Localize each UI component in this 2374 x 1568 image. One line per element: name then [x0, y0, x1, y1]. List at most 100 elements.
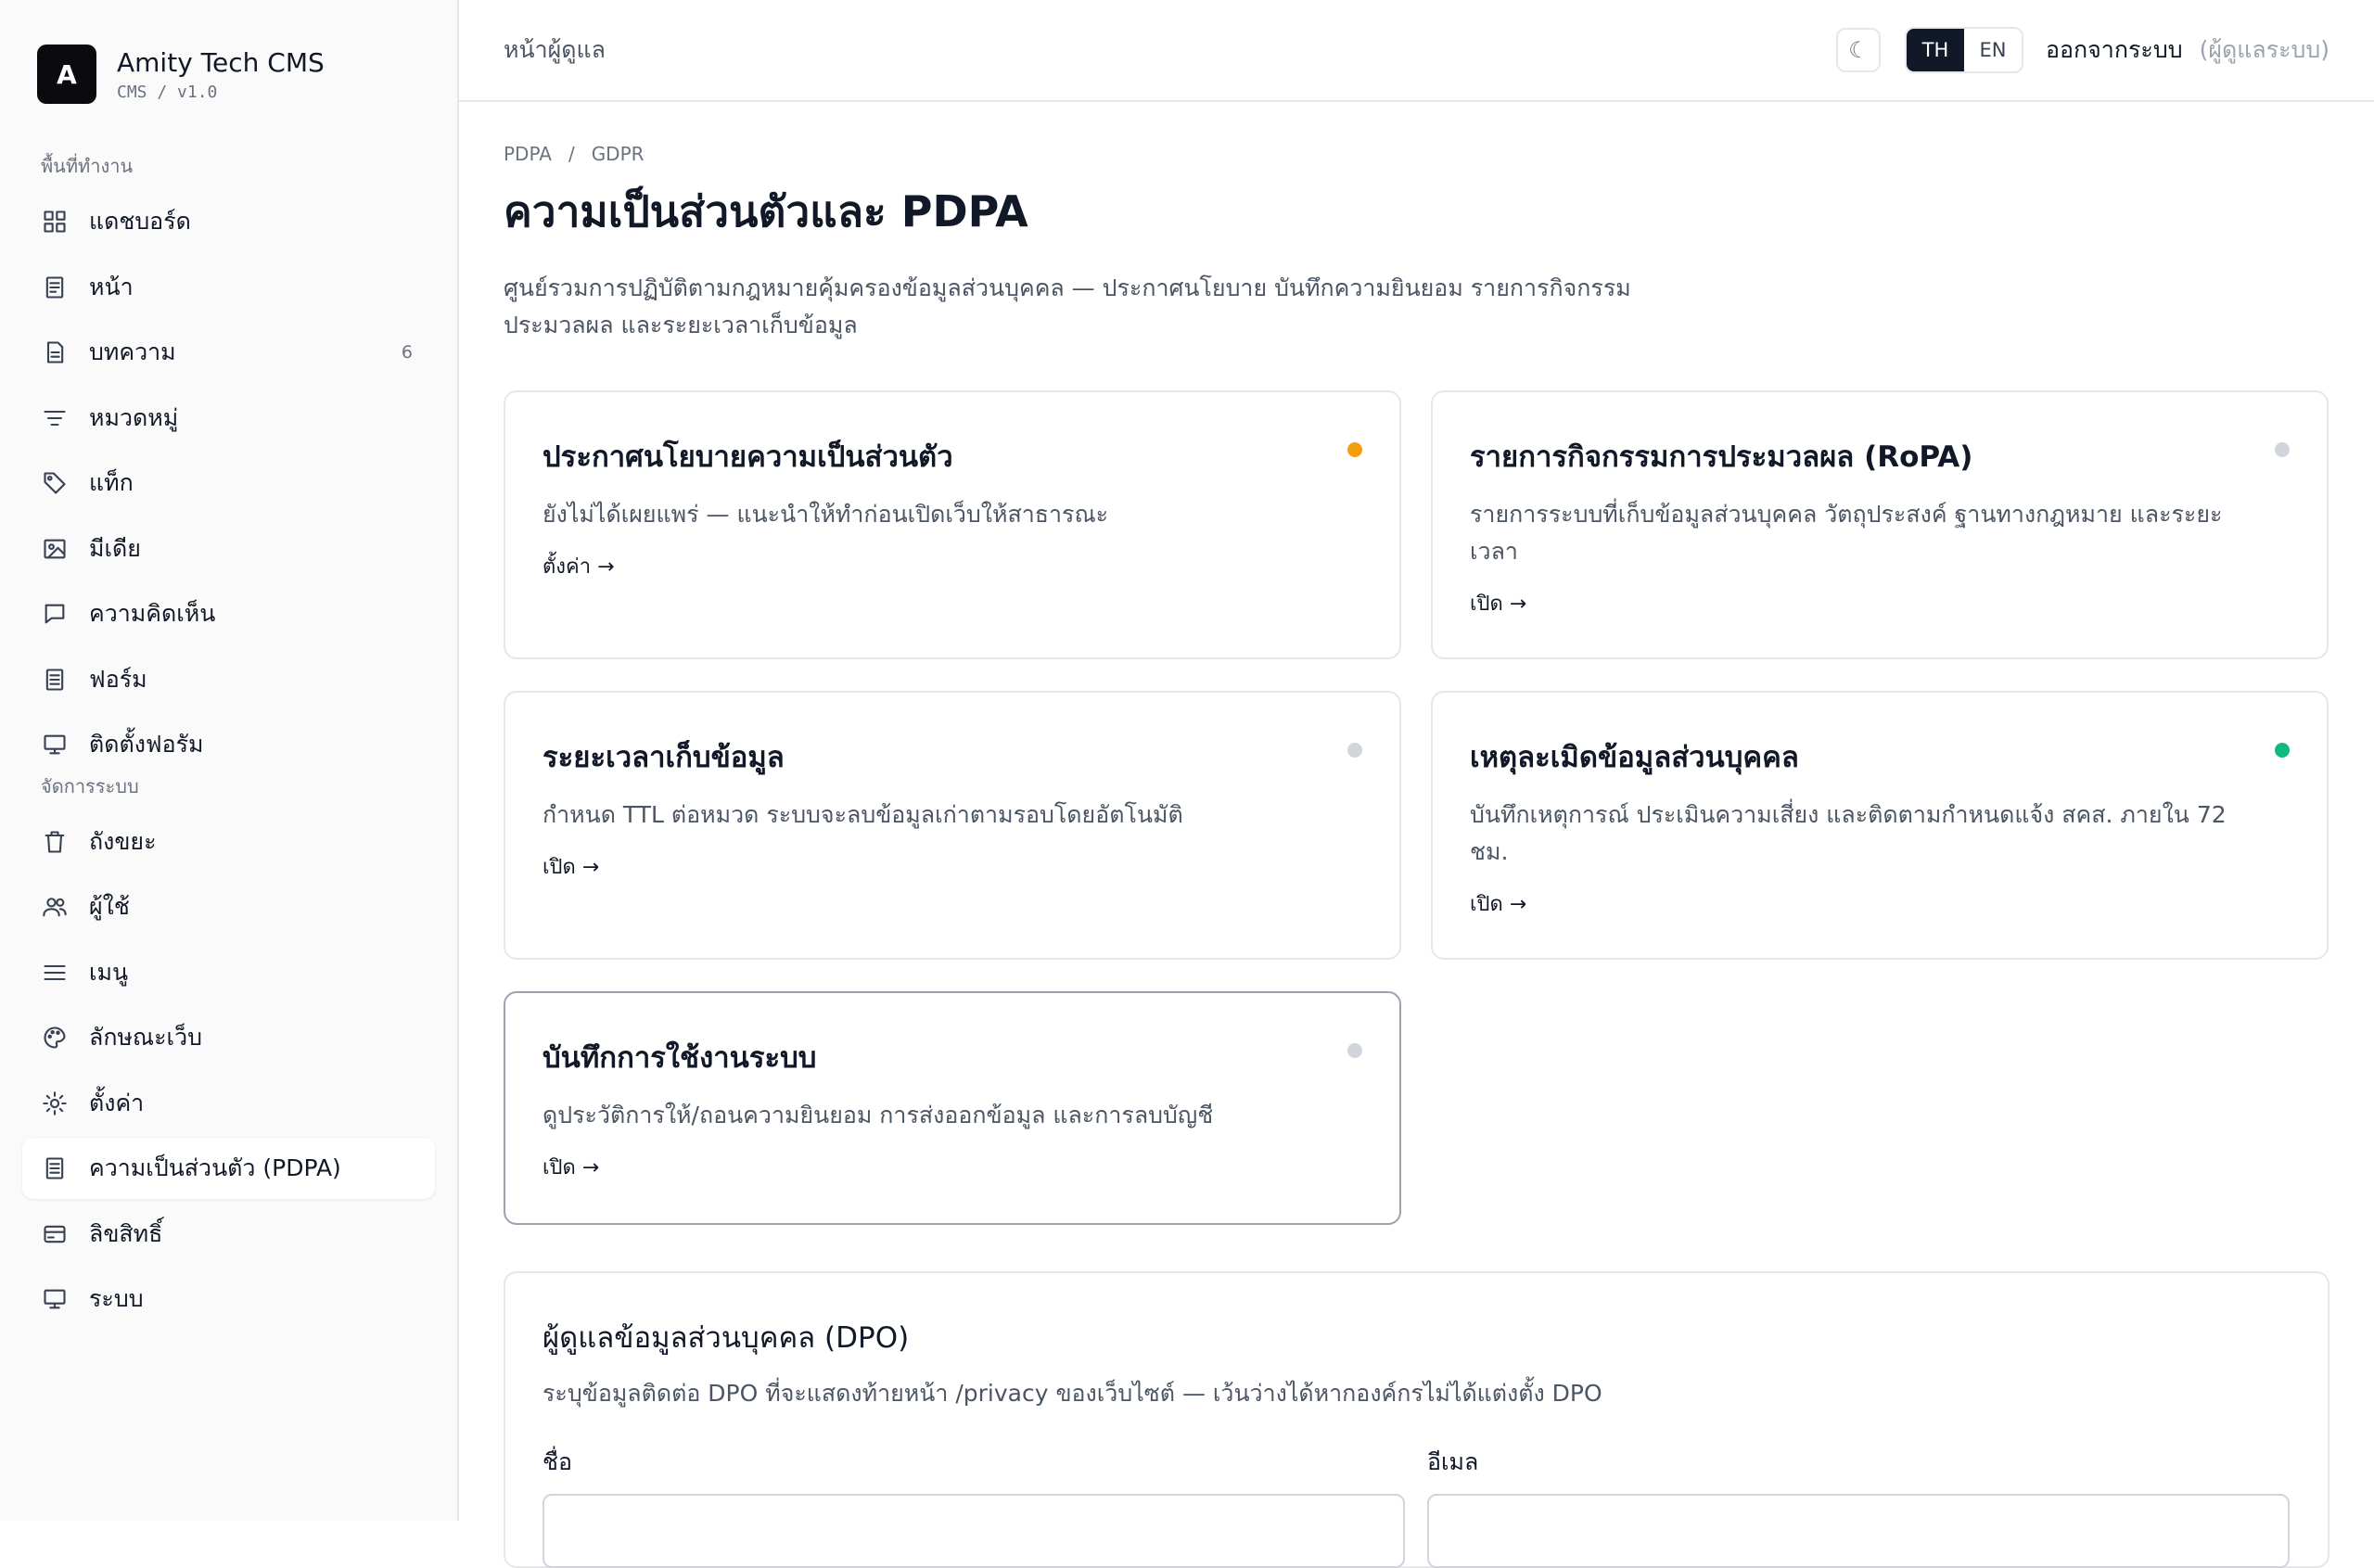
sidebar-item-menus[interactable]: เมนู: [22, 942, 435, 1003]
breadcrumb-item-pdpa[interactable]: PDPA: [504, 143, 552, 165]
app-window: A Amity Tech CMS CMS / v1.0 พื้นที่ทำงาน…: [0, 0, 2374, 1568]
monitor-icon: [41, 731, 69, 759]
sidebar-item-label: บทความ: [89, 338, 176, 365]
brand-logo: A: [37, 45, 96, 104]
brand[interactable]: A Amity Tech CMS CMS / v1.0: [37, 45, 435, 104]
menu-icon: [41, 959, 69, 987]
status-dot: [1347, 743, 1362, 758]
card-retention[interactable]: ระยะเวลาเก็บข้อมูล กำหนด TTL ต่อหมวด ระบ…: [504, 691, 1401, 960]
page-icon: [41, 274, 69, 301]
dashboard-icon: [41, 208, 69, 236]
dpo-section: ผู้ดูแลข้อมูลส่วนบุคคล (DPO) ระบุข้อมูลต…: [504, 1271, 2329, 1568]
sidebar: A Amity Tech CMS CMS / v1.0 พื้นที่ทำงาน…: [0, 0, 459, 1521]
dpo-name-label: ชื่อ: [542, 1448, 572, 1475]
card-description: ดูประวัติการให้/ถอนความยินยอม การส่งออกข…: [542, 1102, 1214, 1128]
card-title: ประกาศนโยบายความเป็นส่วนตัว: [542, 440, 953, 474]
sidebar-item-pages[interactable]: หน้า: [22, 257, 435, 318]
page-description: ศูนย์รวมการปฏิบัติตามกฎหมายคุ้มครองข้อมู…: [504, 274, 1631, 338]
palette-icon: [41, 1024, 69, 1052]
brand-name: Amity Tech CMS: [117, 46, 325, 78]
status-dot: [1347, 1043, 1362, 1058]
sidebar-item-label: หน้า: [89, 273, 134, 300]
content: PDPA / GDPR ความเป็นส่วนตัวและ PDPA ศูนย…: [459, 102, 2374, 1568]
sidebar-item-settings[interactable]: ตั้งค่า: [22, 1073, 435, 1134]
lang-en-button[interactable]: EN: [1964, 29, 2022, 71]
card-description: กำหนด TTL ต่อหมวด ระบบจะลบข้อมูลเก่าตามร…: [542, 801, 1183, 828]
dpo-email-group: อีเมล: [1427, 1444, 2290, 1568]
sidebar-item-trash[interactable]: ถังขยะ: [22, 811, 435, 873]
breadcrumb-separator: /: [568, 143, 575, 165]
sidebar-item-label: ฟอร์ม: [89, 665, 147, 693]
sidebar-item-label: แดชบอร์ด: [89, 208, 191, 235]
sidebar-item-label: ถังขยะ: [89, 827, 157, 855]
theme-toggle-button[interactable]: ☾: [1835, 28, 1881, 72]
sidebar-item-privacy-pdpa[interactable]: ความเป็นส่วนตัว (PDPA): [22, 1138, 435, 1199]
dpo-email-input[interactable]: [1427, 1494, 2290, 1568]
sidebar-item-appearance[interactable]: ลักษณะเว็บ: [22, 1007, 435, 1068]
article-icon: [41, 338, 69, 366]
topbar: หน้าผู้ดูแล ☾ TH EN ออกจากระบบ (ผู้ดูแลร…: [459, 0, 2374, 102]
sidebar-item-label: ระบบ: [89, 1285, 144, 1312]
card-description: บันทึกเหตุการณ์ ประเมินความเสี่ยง และติด…: [1470, 801, 2227, 865]
card-title: รายการกิจกรรมการประมวลผล (RoPA): [1470, 440, 1973, 474]
breadcrumb-item-gdpr[interactable]: GDPR: [592, 143, 645, 165]
sidebar-item-label: แท็ก: [89, 469, 134, 496]
card-ropa[interactable]: รายการกิจกรรมการประมวลผล (RoPA) รายการระ…: [1431, 390, 2329, 659]
card-description: ยังไม่ได้เผยแพร่ — แนะนำให้ทำก่อนเปิดเว็…: [542, 501, 1109, 528]
card-open-link[interactable]: เปิด →: [1470, 887, 2290, 920]
sidebar-item-system[interactable]: ระบบ: [22, 1268, 435, 1330]
trash-icon: [41, 828, 69, 856]
status-dot: [1347, 442, 1362, 457]
sidebar-item-media[interactable]: มีเดีย: [22, 518, 435, 580]
dpo-title: ผู้ดูแลข้อมูลส่วนบุคคล (DPO): [542, 1321, 910, 1355]
sidebar-item-dashboard[interactable]: แดชบอร์ด: [22, 191, 435, 252]
sidebar-item-tags[interactable]: แท็ก: [22, 453, 435, 514]
tag-icon: [41, 469, 69, 497]
card-open-link[interactable]: เปิด →: [542, 850, 1362, 883]
sidebar-item-label: เมนู: [89, 958, 129, 986]
card-title: เหตุละเมิดข้อมูลส่วนบุคคล: [1470, 741, 1799, 774]
comment-icon: [41, 600, 69, 628]
user-role: (ผู้ดูแลระบบ): [2199, 36, 2329, 63]
form-icon: [41, 666, 69, 694]
dpo-name-input[interactable]: [542, 1494, 1405, 1568]
sidebar-item-label: ผู้ใช้: [89, 893, 130, 920]
card-title: บันทึกการใช้งานระบบ: [542, 1041, 817, 1075]
sidebar-item-categories[interactable]: หมวดหมู่: [22, 388, 435, 449]
sidebar-item-label: มีเดีย: [89, 534, 141, 562]
card-data-breach[interactable]: เหตุละเมิดข้อมูลส่วนบุคคล บันทึกเหตุการณ…: [1431, 691, 2329, 960]
sidebar-item-label: ติดตั้งฟอรัม: [89, 731, 204, 758]
card-audit-log[interactable]: บันทึกการใช้งานระบบ ดูประวัติการให้/ถอนค…: [504, 991, 1401, 1225]
brand-version: CMS / v1.0: [117, 82, 218, 102]
sidebar-item-install-forum[interactable]: ติดตั้งฟอรัม: [22, 714, 435, 775]
settings-icon: [41, 1090, 69, 1117]
sidebar-item-forms[interactable]: ฟอร์ม: [22, 649, 435, 710]
sidebar-item-label: ตั้งค่า: [89, 1089, 145, 1116]
sidebar-item-articles[interactable]: บทความ 6: [22, 322, 435, 383]
sidebar-item-license[interactable]: ลิขสิทธิ์: [22, 1204, 435, 1265]
card-description: รายการระบบที่เก็บข้อมูลส่วนบุคคล วัตถุปร…: [1470, 501, 2223, 565]
moon-icon: ☾: [1848, 37, 1869, 63]
card-open-link[interactable]: เปิด →: [542, 1151, 1362, 1183]
dpo-fields: ชื่อ อีเมล: [542, 1444, 2291, 1568]
card-title: ระยะเวลาเก็บข้อมูล: [542, 741, 785, 774]
sidebar-item-label: ลักษณะเว็บ: [89, 1024, 203, 1051]
users-icon: [41, 893, 69, 921]
article-count-badge: 6: [401, 342, 413, 363]
nav-section-system: จัดการระบบ: [41, 774, 139, 797]
status-dot: [2275, 743, 2290, 758]
dpo-description: ระบุข้อมูลติดต่อ DPO ที่จะแสดงท้ายหน้า /…: [542, 1380, 1602, 1407]
logout-link[interactable]: ออกจากระบบ: [2046, 32, 2183, 69]
lang-th-button[interactable]: TH: [1906, 29, 1964, 71]
license-icon: [41, 1220, 69, 1248]
pdpa-cards: ประกาศนโยบายความเป็นส่วนตัว ยังไม่ได้เผย…: [504, 390, 2329, 1225]
card-privacy-notice[interactable]: ประกาศนโยบายความเป็นส่วนตัว ยังไม่ได้เผย…: [504, 390, 1401, 659]
dpo-name-group: ชื่อ: [542, 1444, 1405, 1568]
card-open-link[interactable]: เปิด →: [1470, 587, 2290, 619]
card-settings-link[interactable]: ตั้งค่า →: [542, 550, 1362, 582]
sidebar-item-users[interactable]: ผู้ใช้: [22, 876, 435, 937]
nav-section-workspace: พื้นที่ทำงาน: [41, 155, 134, 177]
media-icon: [41, 535, 69, 563]
breadcrumb: PDPA / GDPR: [504, 143, 2329, 165]
sidebar-item-comments[interactable]: ความคิดเห็น: [22, 583, 435, 644]
